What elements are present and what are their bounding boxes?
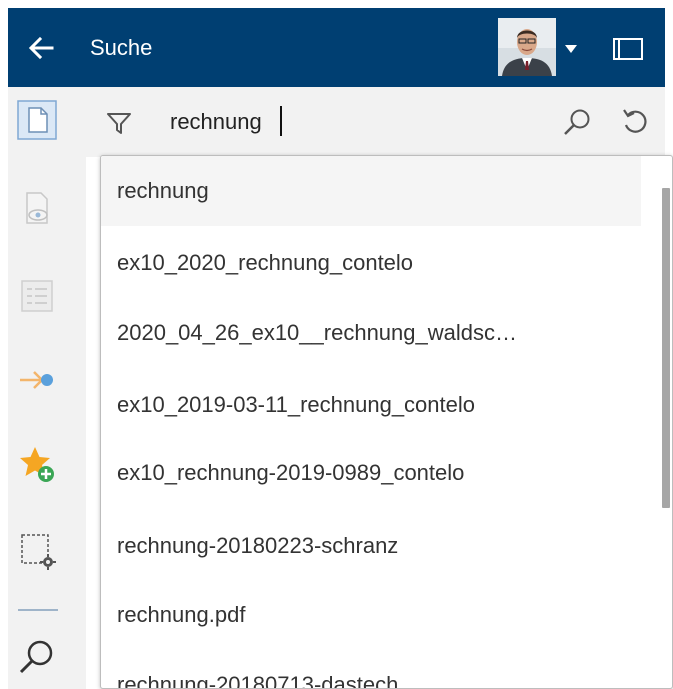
list-view-icon <box>21 280 53 312</box>
sidebar-item-add-favorite[interactable] <box>16 443 58 485</box>
suggestion-item[interactable]: ex10_rechnung-2019-0989_contelo <box>101 438 641 508</box>
suggestion-item[interactable]: ex10_2019-03-11_rechnung_contelo <box>101 370 641 440</box>
page-title: Suche <box>90 35 153 60</box>
user-menu-caret[interactable] <box>564 42 578 54</box>
user-photo <box>498 18 556 76</box>
sidebar-item-search[interactable] <box>16 637 58 679</box>
selection-settings-icon <box>21 534 56 570</box>
chevron-down-icon <box>565 45 577 53</box>
add-favorite-icon <box>20 447 54 482</box>
sidebar-item-list[interactable] <box>16 275 58 317</box>
sidebar <box>8 87 86 689</box>
avatar[interactable] <box>498 18 556 76</box>
suggestion-item[interactable]: rechnung <box>101 156 641 226</box>
back-button[interactable] <box>26 34 56 62</box>
suggestion-item[interactable]: rechnung-20180223-schranz <box>101 511 641 581</box>
filter-button[interactable] <box>106 111 132 135</box>
dropdown-scrollbar[interactable] <box>662 188 670 508</box>
magnifier-icon <box>564 109 590 135</box>
sidebar-item-preview[interactable] <box>16 187 58 229</box>
search-icon <box>19 640 53 674</box>
app-header: Suche <box>8 8 665 87</box>
sidebar-item-forward[interactable] <box>16 359 58 401</box>
reset-icon <box>623 109 647 133</box>
sidebar-divider <box>18 609 58 611</box>
workflow-forward-icon <box>20 371 53 389</box>
sidebar-item-document[interactable] <box>16 99 58 141</box>
search-bar <box>86 87 665 157</box>
suggestion-item[interactable]: rechnung-20180713-dastech <box>101 650 641 688</box>
document-icon <box>17 100 57 140</box>
suggestion-item[interactable]: ex10_2020_rechnung_contelo <box>101 228 641 298</box>
document-preview-icon <box>26 192 48 224</box>
suggestion-item[interactable]: rechnung.pdf <box>101 580 641 650</box>
search-button[interactable] <box>562 107 592 137</box>
reset-button[interactable] <box>620 107 650 137</box>
suggestion-item[interactable]: 2020_04_26_ex10__rechnung_waldsc… <box>101 298 641 368</box>
sidebar-item-selection-settings[interactable] <box>16 529 58 571</box>
panel-toggle-button[interactable] <box>612 36 644 62</box>
search-input[interactable] <box>146 103 546 141</box>
arrow-left-icon <box>28 36 54 60</box>
filter-icon <box>107 113 131 134</box>
text-cursor <box>280 106 282 136</box>
suggestion-dropdown: rechnung ex10_2020_rechnung_contelo 2020… <box>100 155 673 689</box>
panel-toggle-icon <box>613 38 643 60</box>
